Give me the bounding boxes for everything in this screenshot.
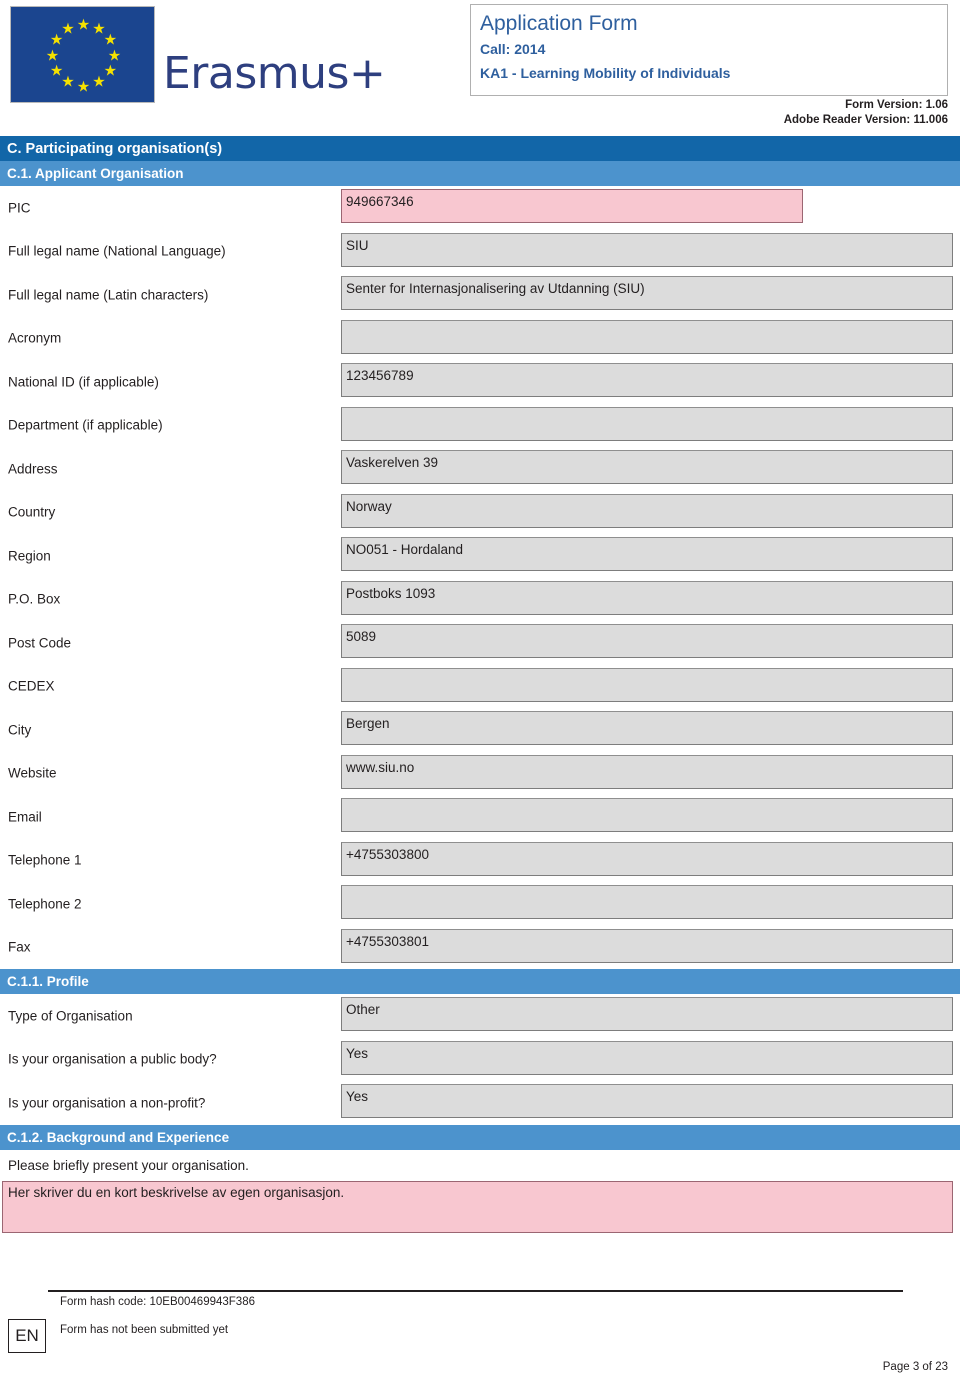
form-row: P.O. Box Postboks 1093 — [0, 578, 960, 622]
profile-field-label: Is your organisation a public body? — [8, 1051, 217, 1067]
section-header-c1: C.1. Applicant Organisation — [0, 161, 960, 186]
applicant-field-input[interactable] — [341, 885, 953, 919]
profile-field-label: Type of Organisation — [8, 1008, 133, 1024]
form-row: Acronym — [0, 317, 960, 361]
section-header-c11: C.1.1. Profile — [0, 969, 960, 994]
applicant-field-label: Country — [8, 504, 56, 520]
applicant-field-label: Telephone 1 — [8, 852, 82, 868]
page-title: Application Form — [480, 12, 638, 35]
applicant-field-label: Post Code — [8, 635, 72, 651]
applicant-field-input[interactable]: 949667346 — [341, 189, 803, 223]
applicant-field-input[interactable]: NO051 - Hordaland — [341, 537, 953, 571]
applicant-field-input[interactable]: 5089 — [341, 624, 953, 658]
submission-status: Form has not been submitted yet — [60, 1324, 229, 1336]
form-row: Is your organisation a non-profit? Yes — [0, 1081, 960, 1125]
form-hash-code: Form hash code: 10EB00469943F386 — [60, 1296, 255, 1308]
applicant-field-label: P.O. Box — [8, 591, 61, 607]
applicant-field-input[interactable] — [341, 798, 953, 832]
applicant-field-input[interactable]: 123456789 — [341, 363, 953, 397]
adobe-reader-version: Adobe Reader Version: 11.006 — [783, 114, 948, 126]
background-experience-block: Please briefly present your organisation… — [0, 1150, 960, 1250]
applicant-field-label: CEDEX — [8, 678, 55, 694]
form-row: Telephone 1 +4755303800 — [0, 839, 960, 883]
form-row: Website www.siu.no — [0, 752, 960, 796]
applicant-field-label: Telephone 2 — [8, 896, 82, 912]
applicant-field-label: City — [8, 722, 32, 738]
form-row: Fax +4755303801 — [0, 926, 960, 970]
form-row: PIC 949667346 — [0, 186, 960, 230]
form-row: Full legal name (Latin characters) Senter… — [0, 273, 960, 317]
profile-field-input[interactable]: Yes — [341, 1040, 953, 1075]
section-header-c: C. Participating organisation(s) — [0, 136, 960, 161]
background-prompt: Please briefly present your organisation… — [8, 1157, 249, 1173]
applicant-field-input[interactable]: Vaskerelven 39 — [341, 450, 953, 484]
form-row: Is your organisation a public body? Yes — [0, 1038, 960, 1082]
applicant-field-input[interactable]: SIU — [341, 232, 953, 267]
profile-field-input[interactable]: Yes — [341, 1084, 953, 1118]
profile-form: Type of Organisation Other Is your organis… — [0, 994, 960, 1125]
applicant-field-label: Acronym — [8, 330, 62, 346]
applicant-field-input[interactable]: Postboks 1093 — [341, 580, 953, 615]
form-row: National ID (if applicable) 123456789 — [0, 360, 960, 404]
applicant-field-label: Website — [8, 765, 57, 781]
applicant-field-input[interactable]: Norway — [341, 493, 953, 528]
form-row: Email — [0, 795, 960, 839]
erasmus-plus-wordmark: Erasmus+ — [163, 48, 386, 99]
applicant-field-label: PIC — [8, 200, 31, 216]
form-row: Region NO051 - Hordaland — [0, 534, 960, 578]
applicant-field-input[interactable]: Senter for Internasjonalisering av Utdan… — [341, 276, 953, 310]
form-row: Department (if applicable) — [0, 404, 960, 448]
action-type: KA1 - Learning Mobility of Individuals — [480, 65, 731, 81]
form-row: Telephone 2 — [0, 882, 960, 926]
applicant-field-input[interactable] — [341, 667, 953, 702]
applicant-field-label: Full legal name (Latin characters) — [8, 287, 209, 303]
applicant-field-label: Fax — [8, 939, 31, 955]
call-year: Call: 2014 — [480, 41, 546, 57]
page-number: Page 3 of 23 — [882, 1361, 948, 1373]
form-row: CEDEX — [0, 665, 960, 709]
language-badge: EN — [8, 1319, 46, 1353]
form-row: Address Vaskerelven 39 — [0, 447, 960, 491]
applicant-field-label: National ID (if applicable) — [8, 374, 159, 390]
applicant-field-label: Department (if applicable) — [8, 417, 163, 433]
form-row: Country Norway — [0, 491, 960, 535]
version-info: Form Version: 1.06 Adobe Reader Version:… — [784, 98, 948, 128]
applicant-field-label: Email — [8, 809, 42, 825]
form-version: Form Version: 1.06 — [845, 99, 948, 111]
applicant-field-label: Region — [8, 548, 51, 564]
profile-field-input[interactable]: Other — [341, 997, 953, 1031]
applicant-field-input[interactable]: +4755303800 — [341, 841, 953, 876]
background-answer-textarea[interactable]: Her skriver du en kort beskrivelse av eg… — [2, 1180, 953, 1233]
applicant-field-input[interactable]: +4755303801 — [341, 928, 953, 963]
applicant-field-input[interactable]: www.siu.no — [341, 754, 953, 789]
applicant-field-input[interactable] — [341, 319, 953, 354]
eu-stars — [11, 7, 154, 102]
form-row: Post Code 5089 — [0, 621, 960, 665]
applicant-field-input[interactable] — [341, 406, 953, 441]
applicant-field-input[interactable]: Bergen — [341, 711, 953, 745]
form-title-box: Application Form Call: 2014 KA1 - Learni… — [470, 4, 948, 96]
footer-divider — [48, 1290, 903, 1292]
form-row: Full legal name (National Language) SIU — [0, 230, 960, 274]
section-header-c12: C.1.2. Background and Experience — [0, 1124, 960, 1150]
applicant-organisation-form: PIC 949667346 Full legal name (National La… — [0, 186, 960, 969]
applicant-field-label: Address — [8, 461, 58, 477]
form-row: City Bergen — [0, 708, 960, 752]
profile-field-label: Is your organisation a non-profit? — [8, 1095, 206, 1111]
form-row: Type of Organisation Other — [0, 994, 960, 1038]
eu-flag-logo — [10, 6, 155, 103]
applicant-field-label: Full legal name (National Language) — [8, 243, 226, 259]
page-header: Erasmus+ Application Form Call: 2014 KA1… — [0, 0, 960, 136]
